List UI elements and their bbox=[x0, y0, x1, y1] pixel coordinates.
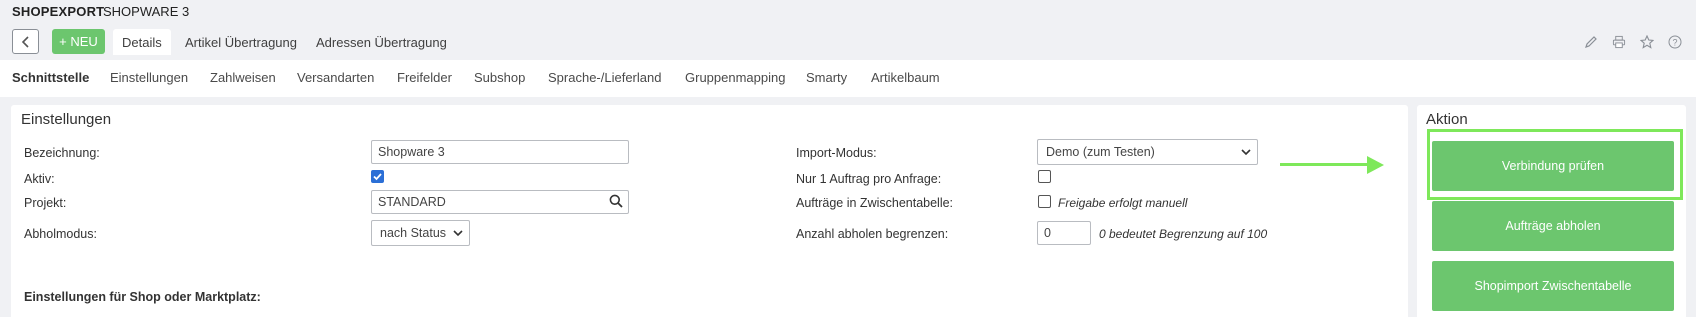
annotation-arrow bbox=[1280, 163, 1370, 166]
chevron-down-icon bbox=[1241, 149, 1251, 156]
aktiv-label: Aktiv: bbox=[24, 172, 55, 186]
tab-details[interactable]: Details bbox=[113, 29, 171, 55]
auftraege-abholen-button[interactable]: Aufträge abholen bbox=[1432, 201, 1674, 251]
back-button[interactable] bbox=[12, 29, 39, 54]
bezeichnung-input[interactable]: Shopware 3 bbox=[371, 140, 629, 164]
pencil-icon[interactable] bbox=[1584, 34, 1598, 50]
anzahl-input[interactable]: 0 bbox=[1037, 221, 1091, 245]
zwischentabelle-hint: Freigabe erfolgt manuell bbox=[1058, 196, 1188, 210]
abholmodus-label: Abholmodus: bbox=[24, 227, 97, 241]
action-title: Aktion bbox=[1426, 111, 1468, 128]
subnav-schnittstelle[interactable]: Schnittstelle bbox=[12, 70, 89, 85]
toolbar: + NEU Details Artikel Übertragung Adress… bbox=[0, 26, 1696, 60]
abholmodus-value: nach Status bbox=[380, 226, 447, 240]
import-modus-label: Import-Modus: bbox=[796, 146, 877, 160]
new-button[interactable]: + NEU bbox=[52, 29, 105, 54]
import-modus-value: Demo (zum Testen) bbox=[1046, 145, 1155, 159]
svg-text:?: ? bbox=[1672, 38, 1677, 48]
sub-navigation: Schnittstelle Einstellungen Zahlweisen V… bbox=[0, 60, 1696, 97]
subnav-zahlweisen[interactable]: Zahlweisen bbox=[210, 70, 276, 85]
star-icon[interactable] bbox=[1640, 34, 1654, 50]
subnav-versandarten[interactable]: Versandarten bbox=[297, 70, 374, 85]
chevron-left-icon bbox=[21, 35, 29, 48]
tab-artikel-uebertragung[interactable]: Artikel Übertragung bbox=[185, 29, 297, 55]
shopimport-zwischentabelle-button[interactable]: Shopimport Zwischentabelle bbox=[1432, 261, 1674, 311]
subnav-smarty[interactable]: Smarty bbox=[806, 70, 847, 85]
shop-section-title: Einstellungen für Shop oder Marktplatz: bbox=[24, 290, 261, 304]
verbindung-pruefen-button[interactable]: Verbindung prüfen bbox=[1432, 141, 1674, 191]
help-icon[interactable]: ? bbox=[1668, 34, 1682, 50]
anzahl-hint: 0 bedeutet Begrenzung auf 100 bbox=[1099, 227, 1268, 241]
aktiv-checkbox[interactable] bbox=[371, 170, 384, 183]
title-bar: SHOPEXPORT SHOPWARE 3 bbox=[0, 0, 1696, 24]
zwischentabelle-label: Aufträge in Zwischentabelle: bbox=[796, 196, 954, 210]
toolbar-icons: ? bbox=[1584, 34, 1682, 50]
tab-adressen-uebertragung[interactable]: Adressen Übertragung bbox=[316, 29, 447, 55]
print-icon[interactable] bbox=[1612, 34, 1626, 50]
arrow-head-icon bbox=[1367, 156, 1384, 174]
projekt-label: Projekt: bbox=[24, 196, 67, 210]
subnav-einstellungen[interactable]: Einstellungen bbox=[110, 70, 188, 85]
nur1-auftrag-checkbox[interactable] bbox=[1038, 170, 1051, 183]
subnav-gruppenmapping[interactable]: Gruppenmapping bbox=[685, 70, 785, 85]
anzahl-label: Anzahl abholen begrenzen: bbox=[796, 227, 949, 241]
app-brand: SHOPEXPORT bbox=[12, 4, 105, 19]
projekt-input[interactable]: STANDARD bbox=[371, 190, 629, 214]
settings-panel bbox=[11, 105, 1408, 317]
abholmodus-select[interactable]: nach Status bbox=[371, 220, 470, 246]
subnav-sprache-lieferland[interactable]: Sprache-/Lieferland bbox=[548, 70, 661, 85]
checkmark-icon bbox=[373, 173, 382, 181]
chevron-down-icon bbox=[453, 230, 463, 237]
subnav-artikelbaum[interactable]: Artikelbaum bbox=[871, 70, 940, 85]
import-modus-select[interactable]: Demo (zum Testen) bbox=[1037, 139, 1258, 165]
subnav-subshop[interactable]: Subshop bbox=[474, 70, 525, 85]
bezeichnung-label: Bezeichnung: bbox=[24, 146, 100, 160]
search-icon[interactable] bbox=[609, 194, 623, 213]
settings-title: Einstellungen bbox=[21, 111, 112, 128]
page-subtitle: SHOPWARE 3 bbox=[103, 4, 190, 19]
nur1-auftrag-label: Nur 1 Auftrag pro Anfrage: bbox=[796, 172, 942, 186]
zwischentabelle-checkbox[interactable] bbox=[1038, 195, 1051, 208]
subnav-freifelder[interactable]: Freifelder bbox=[397, 70, 452, 85]
